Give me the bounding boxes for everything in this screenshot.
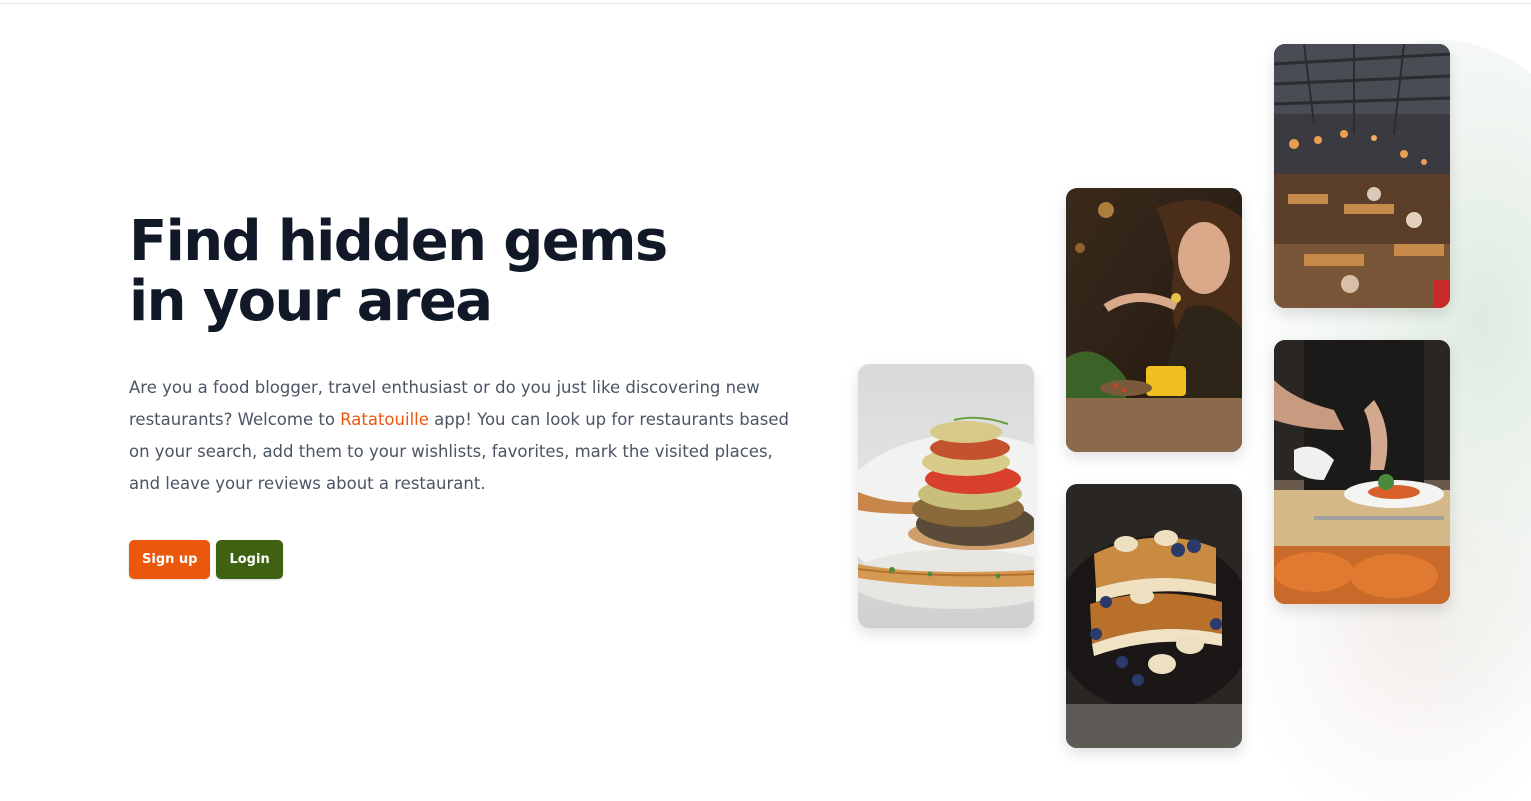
hero-section: Find hidden gems in your area Are you a …: [129, 212, 809, 579]
chef-plating-photo: [1274, 340, 1450, 604]
brand-name: Ratatouille: [340, 410, 429, 429]
hero-intro: Are you a food blogger, travel enthusias…: [129, 372, 799, 500]
login-button[interactable]: Login: [216, 540, 283, 579]
top-divider: [0, 0, 1531, 4]
hero-actions: Sign up Login: [129, 540, 809, 579]
signup-button[interactable]: Sign up: [129, 540, 211, 579]
woman-dining-photo: [1066, 188, 1242, 452]
landing-page: Find hidden gems in your area Are you a …: [0, 0, 1531, 801]
ratatouille-dish-photo: [858, 364, 1034, 628]
restaurant-hall-photo: [1274, 44, 1450, 308]
hero-headline: Find hidden gems in your area: [129, 209, 668, 334]
french-toast-photo: [1066, 484, 1242, 748]
